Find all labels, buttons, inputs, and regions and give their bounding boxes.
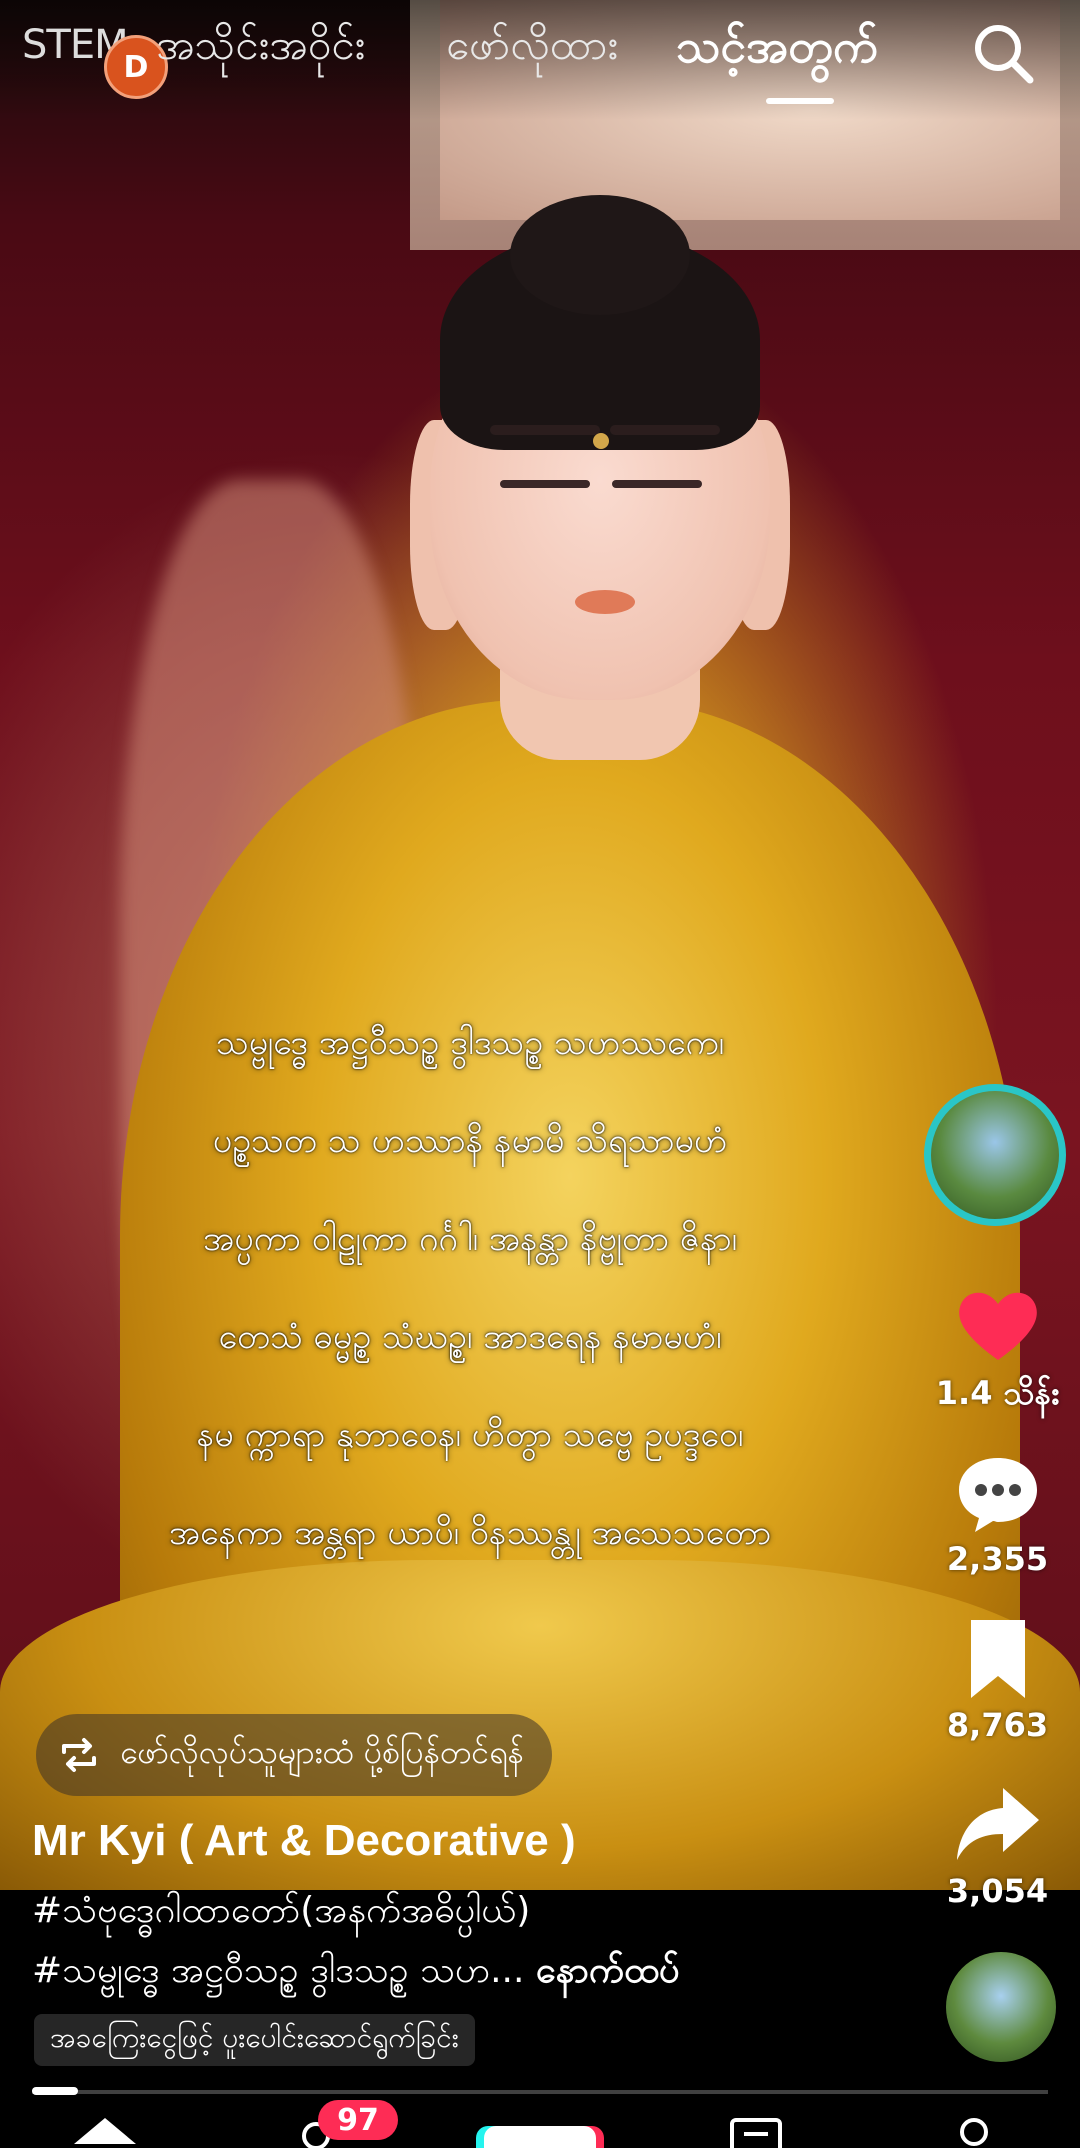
author-name[interactable]: Mr Kyi ( Art & Decorative ): [32, 1816, 576, 1866]
comment-action[interactable]: 2,355: [930, 1448, 1065, 1578]
music-disc-avatar[interactable]: [946, 1952, 1056, 2062]
video-progress-track[interactable]: [32, 2090, 1048, 2094]
buddha-topknot: [510, 195, 690, 315]
repost-chip[interactable]: ဖော်လိုလုပ်သူများထံ ပို့စ်ပြန်တင်ရန်: [36, 1714, 553, 1796]
inbox-icon[interactable]: [728, 2116, 784, 2148]
buddha-right-eye: [612, 480, 702, 488]
comment-icon: [958, 1458, 1037, 1532]
like-action[interactable]: 1.4 သိန်း: [930, 1280, 1065, 1420]
verse-line-4: တေသံ ဓမ္မဉ္စ သံဃဉ္စ၊ အာဒရေန နမာမဟံ၊: [218, 1317, 722, 1357]
video-player[interactable]: သမ္ဗုဒ္ဓေ အဋ္ဌဝီသဉ္စ ဒွါဒသဉ္စ သဟဿကေ၊ ပဉ္…: [0, 0, 1080, 1890]
bookmark-count: 8,763: [946, 1706, 1049, 1744]
inbox-badge: 97: [318, 2100, 398, 2140]
like-count: 1.4 သိန်း: [935, 1374, 1060, 1412]
buddha-lips: [575, 590, 635, 614]
heart-icon: [958, 1292, 1037, 1360]
bookmark-icon: [970, 1620, 1025, 1698]
home-icon[interactable]: [70, 2116, 140, 2148]
profile-icon[interactable]: [954, 2116, 994, 2148]
create-button[interactable]: [484, 2126, 596, 2148]
verse-line-6: အနေကာ အန္တရာ ယာပိ၊ ဝိနဿန္တု အသေသတော: [168, 1513, 772, 1553]
see-more-link[interactable]: နောက်ထပ်: [536, 1950, 680, 1991]
active-tab-indicator: [766, 98, 834, 104]
buddha-urna: [593, 433, 609, 449]
buddha-left-brow: [490, 425, 600, 435]
tab-for-you[interactable]: သင့်အတွက်: [676, 18, 878, 85]
paid-partnership-label: အခကြေးငွေဖြင့် ပူးပေါင်းဆောင်ရွက်ခြင်း: [34, 2014, 475, 2066]
verse-line-3: အပ္ပကာ ဝါဠုကာ ဂင်္ဂါ၊ အနန္တာ နိဗ္ဗုတာ ဇိ…: [203, 1219, 737, 1259]
caption-line-2: #သမ္ဗုဒ္ဓေ အဋ္ဌဝီသဉ္စ ဒွါဒသဉ္စ သဟ... နော…: [32, 1946, 679, 2000]
caption-hashtag-1[interactable]: #သံဗုဒ္ဓေဂါထာတော်(အနက်အဓိပ္ပါယ်): [32, 1886, 530, 1940]
verse-line-2: ပဉ္စသတ သ ဟဿာနိ နမာမိ သိရသာမဟံ: [212, 1121, 728, 1161]
tiktok-feed-screen: သမ္ဗုဒ္ဓေ အဋ္ဌဝီသဉ္စ ဒွါဒသဉ္စ သဟဿကေ၊ ပဉ္…: [0, 0, 1080, 2148]
creator-avatar[interactable]: [924, 1084, 1066, 1226]
repost-icon: [62, 1738, 96, 1772]
share-action[interactable]: 3,054: [930, 1780, 1065, 1910]
bookmark-action[interactable]: 8,763: [930, 1614, 1065, 1744]
caption-hashtag-2[interactable]: #သမ္ဗုဒ္ဓေ အဋ္ဌဝီသဉ္စ ဒွါဒသဉ္စ သဟ...: [32, 1950, 524, 1991]
comment-count: 2,355: [946, 1540, 1049, 1578]
tab-community[interactable]: အသိုင်းအဝိုင်း: [156, 18, 365, 80]
share-count: 3,054: [946, 1872, 1049, 1910]
search-icon[interactable]: [968, 18, 1038, 88]
buddha-left-eye: [500, 480, 590, 488]
verse-line-1: သမ္ဗုဒ္ဓေ အဋ္ဌဝီသဉ္စ ဒွါဒသဉ္စ သဟဿကေ၊: [215, 1023, 725, 1063]
verse-line-5: နမ က္ကာရာ နုဘာဝေန၊ ဟိတွာ သဗ္ဗေ ဥပဒ္ဒဝေ၊: [196, 1415, 744, 1455]
share-icon: [956, 1788, 1039, 1860]
buddha-right-brow: [610, 425, 720, 435]
video-progress-fill: [32, 2087, 78, 2095]
tab-following[interactable]: ဖော်လိုထား: [446, 18, 618, 80]
repost-label: ဖော်လိုလုပ်သူများထံ ပို့စ်ပြန်တင်ရန်: [120, 1733, 525, 1771]
